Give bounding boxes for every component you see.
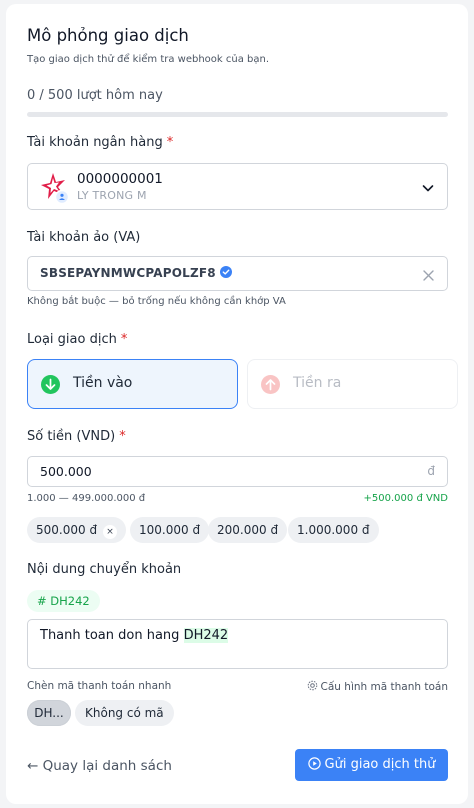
- quota-progress-bar: [27, 112, 448, 117]
- content-text-code: DH242: [183, 628, 229, 643]
- no-code-chip[interactable]: Không có mã: [75, 700, 174, 726]
- amount-preset-chip[interactable]: 1.000.000 đ: [288, 517, 379, 543]
- bank-account-number: 0000000001: [77, 171, 163, 187]
- send-button-label: Gửi giao dịch thử: [324, 757, 436, 772]
- remove-icon[interactable]: ×: [103, 525, 118, 539]
- amount-unit: đ: [427, 464, 435, 478]
- simulation-card: Mô phỏng giao dịch Tạo giao dịch thử để …: [6, 4, 468, 804]
- page-title: Mô phỏng giao dịch: [27, 26, 189, 45]
- arrow-down-icon: [41, 375, 60, 394]
- amount-label-text: Số tiền (VND): [27, 429, 116, 444]
- quota-text: 0 / 500 lượt hôm nay: [27, 88, 163, 103]
- amount-preset-label: 500.000 đ: [36, 523, 98, 537]
- payment-code-tag[interactable]: # DH242: [27, 590, 100, 612]
- content-label: Nội dung chuyển khoản: [27, 562, 182, 577]
- bank-logo-icon: [38, 170, 72, 205]
- send-test-transaction-button[interactable]: Gửi giao dịch thử: [295, 749, 448, 781]
- config-payment-code-link[interactable]: Cấu hình mã thanh toán: [307, 680, 448, 693]
- amount-preset-chip[interactable]: 100.000 đ: [130, 517, 210, 543]
- type-option-outgoing-label: Tiền ra: [293, 375, 342, 391]
- arrow-up-icon: [261, 375, 280, 394]
- type-option-incoming-label: Tiền vào: [73, 375, 133, 391]
- content-text: Thanh toan don hang DH242: [40, 628, 229, 643]
- quick-code-chip[interactable]: DH...: [27, 700, 71, 726]
- transaction-type-label: Loại giao dịch *: [27, 332, 127, 347]
- bank-account-label: Tài khoản ngân hàng *: [27, 135, 173, 150]
- clear-icon[interactable]: [422, 267, 435, 281]
- gear-icon: [307, 680, 318, 691]
- bank-account-select[interactable]: 0000000001 LY TRONG M: [27, 163, 448, 210]
- verified-badge-icon: [219, 266, 232, 278]
- content-textarea[interactable]: Thanh toan don hang DH242: [27, 619, 448, 669]
- va-label: Tài khoản ảo (VA): [27, 230, 141, 245]
- amount-value: 500.000: [40, 464, 92, 479]
- va-value-text: SBSEPAYNMWCPAPOLZF8: [40, 266, 216, 280]
- amount-preset-chip[interactable]: 200.000 đ: [208, 517, 288, 543]
- play-circle-icon: [307, 757, 321, 770]
- page-subtitle: Tạo giao dịch thử để kiểm tra webhook củ…: [27, 54, 270, 65]
- amount-label: Số tiền (VND) *: [27, 429, 126, 444]
- bank-account-label-text: Tài khoản ngân hàng: [27, 135, 163, 150]
- type-option-outgoing[interactable]: Tiền ra: [247, 359, 458, 409]
- transaction-type-label-text: Loại giao dịch: [27, 332, 117, 347]
- config-link-text: Cấu hình mã thanh toán: [320, 681, 448, 693]
- va-input[interactable]: SBSEPAYNMWCPAPOLZF8: [27, 256, 448, 291]
- va-value: SBSEPAYNMWCPAPOLZF8: [40, 266, 232, 280]
- chevron-down-icon: [421, 180, 435, 194]
- type-option-incoming[interactable]: Tiền vào: [27, 359, 238, 409]
- amount-input[interactable]: 500.000 đ: [27, 456, 448, 487]
- required-mark: *: [119, 429, 126, 444]
- back-to-list-link[interactable]: ← Quay lại danh sách: [27, 758, 172, 774]
- required-mark: *: [166, 135, 174, 150]
- bank-account-holder: LY TRONG M: [77, 189, 147, 202]
- amount-preset-chip[interactable]: 500.000 đ ×: [27, 517, 127, 543]
- va-hint: Không bắt buộc — bỏ trống nếu không cần …: [27, 296, 286, 307]
- quick-insert-label: Chèn mã thanh toán nhanh: [27, 680, 172, 692]
- required-mark: *: [120, 332, 128, 347]
- content-text-prefix: Thanh toan don hang: [40, 628, 184, 643]
- amount-delta: +500.000 đ VND: [363, 493, 448, 504]
- amount-range: 1.000 — 499.000.000 đ: [27, 493, 146, 504]
